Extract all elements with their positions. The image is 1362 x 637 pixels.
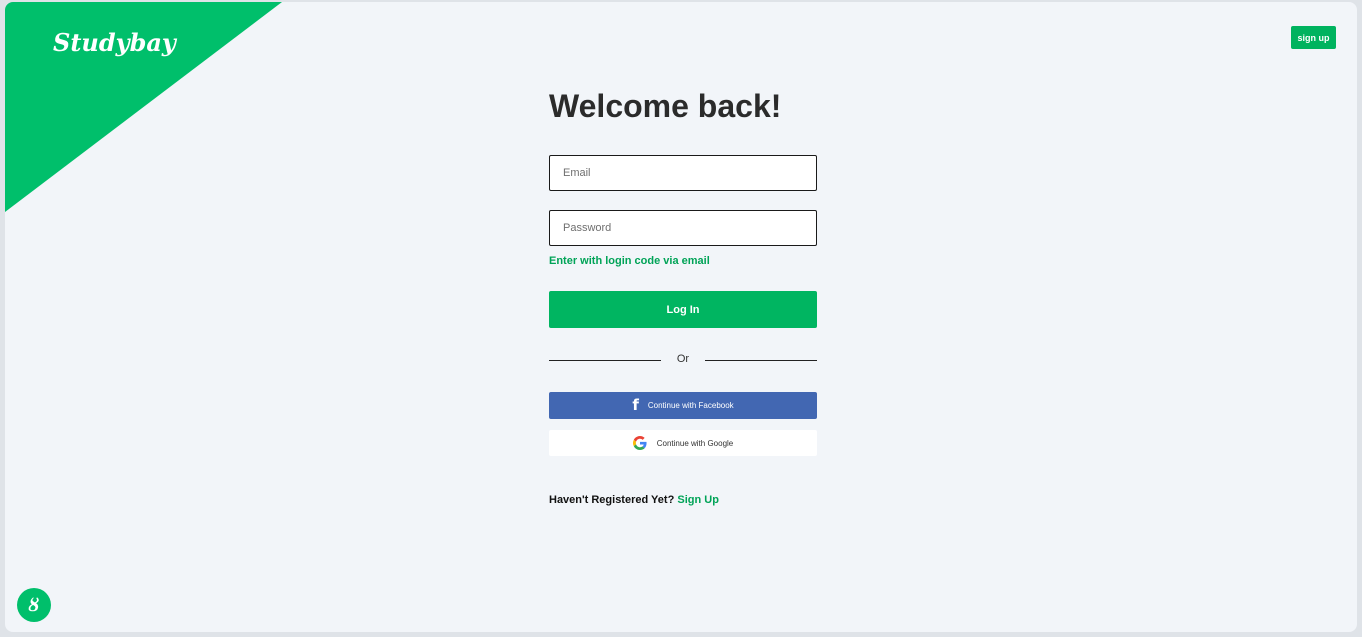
- facebook-icon: f: [632, 396, 639, 414]
- header-signup-button[interactable]: sign up: [1291, 26, 1336, 49]
- register-prompt-text: Haven't Registered Yet?: [549, 494, 675, 506]
- login-code-link[interactable]: Enter with login code via email: [549, 255, 710, 267]
- email-field[interactable]: [549, 155, 817, 191]
- divider-line-right: [705, 360, 817, 361]
- page-title: Welcome back!: [549, 88, 782, 124]
- google-button-label: Continue with Google: [656, 438, 734, 448]
- studybay-chat-icon[interactable]: ȣ: [17, 588, 51, 622]
- studybay-logo[interactable]: Studybay: [53, 28, 176, 57]
- divider-text: Or: [676, 353, 690, 365]
- login-form: Welcome back! Enter with login code via …: [549, 86, 817, 506]
- register-prompt: Haven't Registered Yet? Sign Up: [549, 494, 719, 506]
- password-field[interactable]: [549, 210, 817, 246]
- chat-glyph: ȣ: [28, 594, 40, 616]
- google-login-button[interactable]: Continue with Google: [549, 430, 817, 456]
- google-icon: [632, 436, 647, 450]
- login-button[interactable]: Log In: [549, 291, 817, 328]
- facebook-login-button[interactable]: f Continue with Facebook: [549, 392, 817, 419]
- login-page: Studybay sign up Welcome back! Enter wit…: [5, 2, 1357, 632]
- or-divider: Or: [549, 352, 817, 368]
- facebook-button-label: Continue with Facebook: [647, 401, 734, 410]
- register-link[interactable]: Sign Up: [677, 494, 719, 506]
